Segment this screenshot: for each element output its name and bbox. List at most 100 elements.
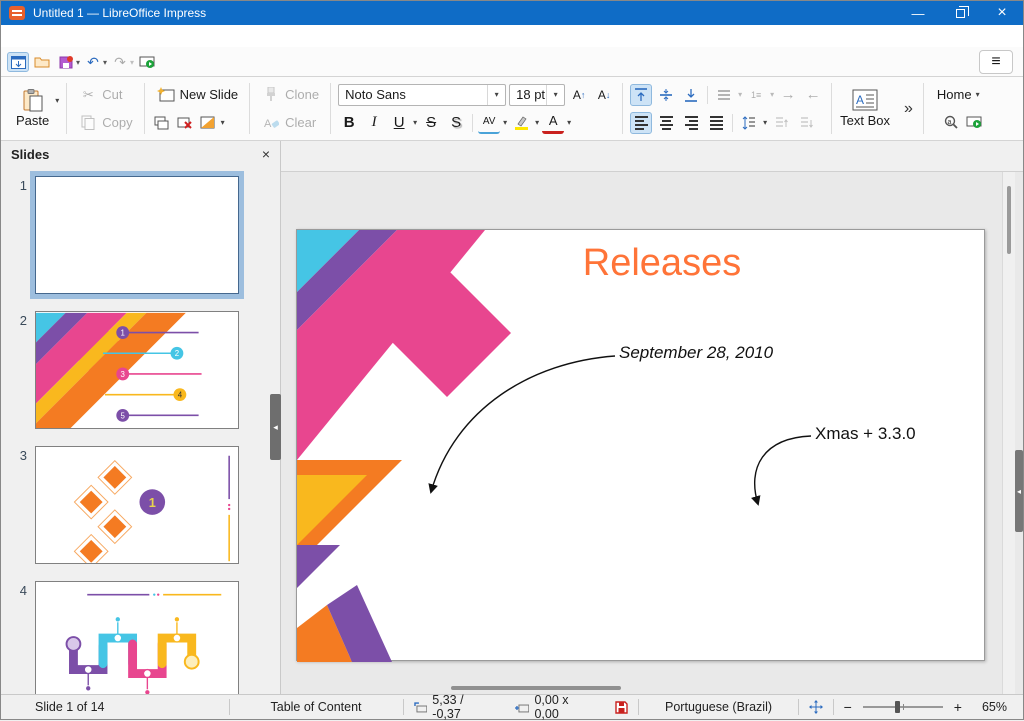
home-toolbar: Paste ▾ ✂Cut Copy New Slide ▾ Clone ACle… (1, 77, 1023, 141)
panel-collapse-handle[interactable]: ◂ (270, 394, 281, 460)
text-box-button[interactable]: A Text Box (834, 80, 896, 137)
slide-properties-icon[interactable] (198, 114, 218, 132)
workspace: Releases September 28, 2010 Xmas + 3.3.0… (281, 171, 1023, 694)
sidebar-show-handle[interactable]: ◂ (1015, 450, 1023, 532)
zoom-slider[interactable] (863, 706, 943, 708)
find-replace-icon[interactable]: a (941, 114, 961, 132)
zoom-slider-thumb[interactable] (895, 701, 900, 713)
para-space-increase-icon[interactable] (770, 112, 792, 134)
para-space-decrease-icon[interactable] (795, 112, 817, 134)
slide-layout-dropdown[interactable]: ▾ (221, 118, 225, 127)
slide-canvas[interactable]: Releases September 28, 2010 Xmas + 3.3.0 (296, 229, 985, 661)
line-spacing-dropdown[interactable]: ▾ (763, 118, 767, 127)
new-slide-button[interactable]: New Slide (152, 84, 243, 106)
redo-dropdown[interactable]: ▾ (130, 58, 134, 67)
align-vcenter-button[interactable] (655, 84, 677, 106)
clear-formatting-button[interactable]: AClear (257, 112, 320, 134)
vertical-scrollbar[interactable] (1002, 172, 1015, 694)
font-name-dropdown[interactable]: ▾ (487, 85, 505, 105)
slide-number: 2 (1, 311, 35, 429)
cut-button[interactable]: ✂Cut (74, 84, 126, 106)
redo-icon[interactable]: ↷ (109, 52, 131, 72)
horizontal-scrollbar-thumb[interactable] (451, 686, 621, 690)
restore-icon (956, 9, 965, 18)
align-left-button[interactable] (630, 112, 652, 134)
start-presentation-icon[interactable] (136, 52, 158, 72)
open-file-icon[interactable] (31, 52, 53, 72)
bullet-dropdown[interactable]: ▾ (738, 90, 742, 99)
numbered-dropdown[interactable]: ▾ (770, 90, 774, 99)
align-top-button[interactable] (630, 84, 652, 106)
paste-dropdown[interactable]: ▾ (55, 96, 59, 105)
spacing-dropdown[interactable]: ▾ (503, 118, 507, 127)
save-dropdown[interactable]: ▾ (76, 58, 80, 67)
slide-4-preview (36, 582, 239, 694)
presentation-icon[interactable] (964, 114, 984, 132)
save-icon[interactable] (55, 52, 77, 72)
text-box-label: Text Box (840, 113, 890, 128)
home-context-dropdown[interactable]: Home▾ (933, 85, 984, 104)
slide-thumbnail-1[interactable]: 1 (1, 176, 280, 294)
align-right-button[interactable] (680, 112, 702, 134)
slide-number: 4 (1, 581, 35, 694)
fit-slide-icon (809, 700, 823, 714)
delete-slide-icon[interactable] (175, 114, 195, 132)
numbered-list-icon[interactable]: 1≡ (745, 84, 767, 106)
character-spacing-button[interactable]: AV (478, 112, 500, 134)
close-button[interactable]: × (981, 1, 1023, 25)
highlight-color-button[interactable] (510, 112, 532, 134)
font-size-dropdown[interactable]: ▾ (546, 85, 564, 105)
slides-panel-close-icon[interactable]: × (262, 146, 270, 162)
language-status[interactable]: Portuguese (Brazil) (639, 700, 797, 714)
slide-thumbnail-4[interactable]: 4 (1, 581, 280, 694)
toolbar-overflow-button[interactable]: » (896, 100, 921, 118)
undo-dropdown[interactable]: ▾ (103, 58, 107, 67)
rtl-icon[interactable]: ← (802, 84, 824, 106)
justify-button[interactable] (705, 112, 727, 134)
duplicate-slide-icon[interactable] (152, 114, 172, 132)
menubar-toggle-icon[interactable]: ≡ (979, 50, 1013, 74)
italic-button[interactable]: I (363, 112, 385, 134)
ltr-icon[interactable]: → (777, 84, 799, 106)
minimize-button[interactable]: — (897, 1, 939, 25)
slide-count: Slide 1 of 14 (1, 700, 229, 714)
slide-thumbnail-2[interactable]: 2 (1, 311, 280, 429)
underline-dropdown[interactable]: ▾ (413, 118, 417, 127)
align-bottom-button[interactable] (680, 84, 702, 106)
document-modified[interactable] (605, 701, 638, 714)
object-size: 0,00 x 0,00 (505, 693, 606, 721)
chart[interactable] (363, 408, 898, 585)
restore-button[interactable] (939, 1, 981, 25)
strikethrough-button[interactable]: S (420, 112, 442, 134)
impress-app-icon (9, 6, 25, 20)
clone-formatting-button[interactable]: Clone (257, 84, 323, 106)
zoom-level[interactable]: 65% (972, 700, 1023, 714)
font-size-combo[interactable]: 18 pt▾ (509, 84, 565, 106)
shrink-font-button[interactable]: A↓ (593, 84, 615, 106)
slide-number: 3 (1, 446, 35, 564)
font-color-button[interactable]: A (542, 112, 564, 134)
vertical-scrollbar-thumb[interactable] (1007, 186, 1011, 254)
fit-slide-button[interactable] (799, 700, 833, 714)
bold-button[interactable]: B (338, 112, 360, 134)
slide-thumbnail-3[interactable]: 3 1 (1, 446, 280, 564)
underline-button[interactable]: U (388, 112, 410, 134)
notebookbar-shortcuts-icon[interactable] (7, 52, 29, 72)
zoom-out-button[interactable]: − (844, 699, 852, 715)
grow-font-button[interactable]: A↑ (568, 84, 590, 106)
line-spacing-button[interactable] (738, 112, 760, 134)
slide-title[interactable]: Releases (527, 242, 797, 285)
titlebar: Untitled 1 — LibreOffice Impress — × (1, 1, 1023, 25)
align-center-button[interactable] (655, 112, 677, 134)
font-name-combo[interactable]: Noto Sans▾ (338, 84, 506, 106)
highlight-dropdown[interactable]: ▾ (535, 118, 539, 127)
copy-button[interactable]: Copy (74, 112, 136, 134)
paste-button[interactable]: Paste (10, 89, 55, 128)
font-color-dropdown[interactable]: ▾ (567, 118, 571, 127)
undo-icon[interactable]: ↶ (82, 52, 104, 72)
bullet-list-icon[interactable] (713, 84, 735, 106)
zoom-in-button[interactable]: + (954, 699, 962, 715)
layout-name[interactable]: Table of Content (230, 700, 403, 714)
shadow-button[interactable]: S (445, 112, 467, 134)
annotation-date[interactable]: September 28, 2010 (619, 343, 773, 363)
